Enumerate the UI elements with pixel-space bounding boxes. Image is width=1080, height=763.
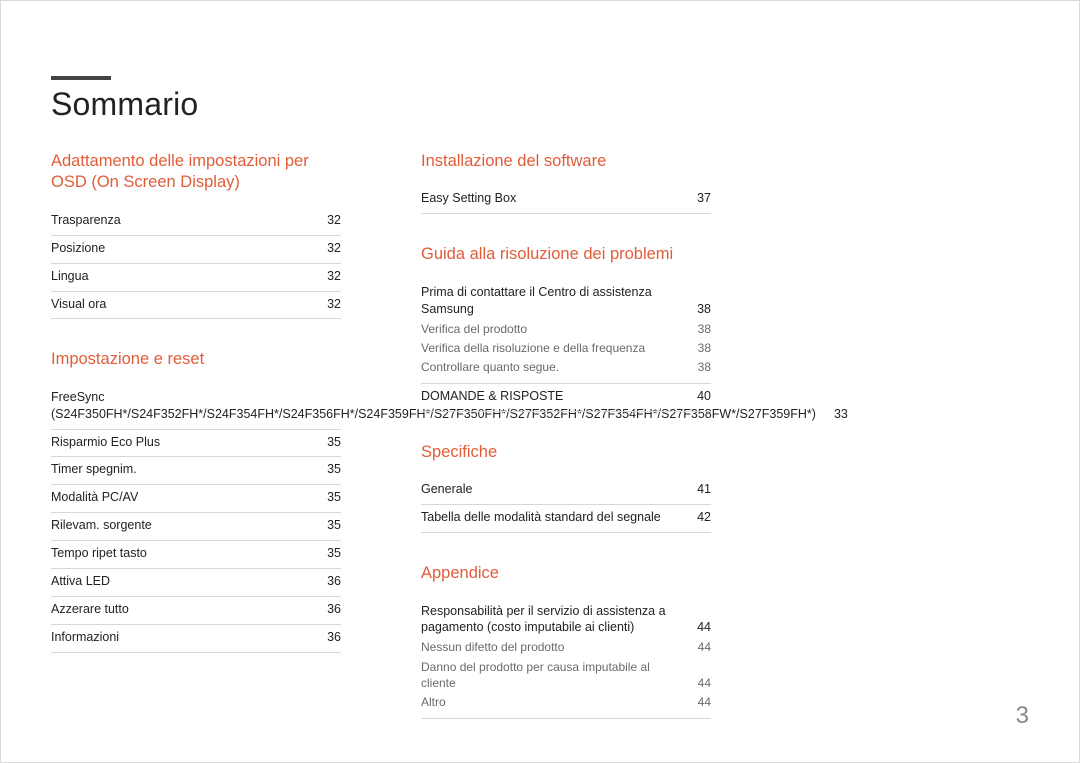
toc-entry[interactable]: Generale41	[421, 477, 711, 505]
toc-entry[interactable]: Tempo ripet tasto35	[51, 541, 341, 569]
toc-entry-label: Tempo ripet tasto	[51, 545, 327, 562]
toc-section-title[interactable]: Appendice	[421, 563, 711, 584]
toc-entry-label: Rilevam. sorgente	[51, 517, 327, 534]
toc-entry-page: 36	[327, 629, 341, 646]
toc-entry-page: 37	[697, 190, 711, 207]
toc-entry-label: Azzerare tutto	[51, 601, 327, 618]
toc-entry-page: 42	[697, 509, 711, 526]
toc-entry-label: Easy Setting Box	[421, 190, 697, 207]
toc-entry-group: Responsabilità per il servizio di assist…	[421, 599, 711, 720]
toc-entry[interactable]: FreeSync (S24F350FH*/S24F352FH*/S24F354F…	[51, 385, 341, 430]
toc-entry-label: Trasparenza	[51, 212, 327, 229]
toc-entry-label: Informazioni	[51, 629, 327, 646]
toc-entry-page: 41	[697, 481, 711, 498]
toc-entry[interactable]: Azzerare tutto36	[51, 597, 341, 625]
toc-subentry-page: 44	[698, 639, 711, 655]
toc-subentry-page: 38	[698, 321, 711, 337]
toc-section-title[interactable]: Installazione del software	[421, 151, 711, 172]
toc-entry[interactable]: Rilevam. sorgente35	[51, 513, 341, 541]
toc-entry-label: Prima di contattare il Centro di assiste…	[421, 284, 697, 318]
toc-section: Adattamento delle impostazioni per OSD (…	[51, 151, 341, 319]
toc-entry-group: Prima di contattare il Centro di assiste…	[421, 280, 711, 384]
toc-section: Appendice Responsabilità per il servizio …	[421, 563, 711, 719]
toc-column: Installazione del software Easy Setting B…	[421, 151, 711, 749]
toc-entry-page: 40	[697, 388, 711, 405]
toc-section-title[interactable]: Adattamento delle impostazioni per OSD (…	[51, 151, 341, 194]
toc-entry-page: 32	[327, 240, 341, 257]
toc-entry-page: 35	[327, 461, 341, 478]
toc-subentry[interactable]: Nessun difetto del prodotto44	[421, 638, 711, 657]
toc-entry-page: 32	[327, 212, 341, 229]
toc-entry-page: 35	[327, 545, 341, 562]
toc-subentry[interactable]: Controllare quanto segue.38	[421, 358, 711, 377]
toc-subentry-page: 44	[698, 694, 711, 710]
toc-entry-label: Modalità PC/AV	[51, 489, 327, 506]
toc-entry[interactable]: Posizione32	[51, 236, 341, 264]
toc-entry-page: 32	[327, 296, 341, 313]
toc-subentry[interactable]: Verifica della risoluzione e della frequ…	[421, 339, 711, 358]
toc-subentry-page: 38	[698, 359, 711, 375]
toc-entry[interactable]: Easy Setting Box37	[421, 186, 711, 214]
page-number: 3	[1016, 702, 1029, 730]
toc-entry[interactable]: Responsabilità per il servizio di assist…	[421, 603, 711, 639]
toc-entry[interactable]: Visual ora32	[51, 292, 341, 320]
toc-entry-page: 32	[327, 268, 341, 285]
toc-entry-label: Tabella delle modalità standard del segn…	[421, 509, 697, 526]
toc-section-title[interactable]: Specifiche	[421, 442, 711, 463]
toc-entry[interactable]: Risparmio Eco Plus35	[51, 430, 341, 458]
toc-section: SpecificheGenerale41Tabella delle modali…	[421, 442, 711, 533]
toc-entry-label: Timer spegnim.	[51, 461, 327, 478]
toc-subentry[interactable]: Verifica del prodotto38	[421, 320, 711, 339]
toc-section: Installazione del software Easy Setting B…	[421, 151, 711, 214]
toc-entry-page: 36	[327, 573, 341, 590]
toc-entry[interactable]: Informazioni36	[51, 625, 341, 653]
toc-entry[interactable]: Lingua32	[51, 264, 341, 292]
toc-subentry-page: 38	[698, 340, 711, 356]
toc-subentry-label: Danno del prodotto per causa imputabile …	[421, 659, 698, 691]
toc-entry-label: Lingua	[51, 268, 327, 285]
toc-entry-page: 35	[327, 517, 341, 534]
toc-entry[interactable]: Prima di contattare il Centro di assiste…	[421, 284, 711, 320]
toc-entry-label: Responsabilità per il servizio di assist…	[421, 603, 697, 637]
toc-entry[interactable]: DOMANDE & RISPOSTE40	[421, 384, 711, 412]
toc-subentry-label: Verifica della risoluzione e della frequ…	[421, 340, 698, 356]
toc-entry-page: 36	[327, 601, 341, 618]
toc-entry-page: 35	[327, 489, 341, 506]
toc-entry[interactable]: Tabella delle modalità standard del segn…	[421, 505, 711, 533]
toc-column: Adattamento delle impostazioni per OSD (…	[51, 151, 341, 749]
toc-section-title[interactable]: Guida alla risoluzione dei problemi	[421, 244, 711, 265]
toc-section: Guida alla risoluzione dei problemi Prima…	[421, 244, 711, 412]
page-title: Sommario	[51, 86, 198, 123]
toc-entry[interactable]: Trasparenza32	[51, 208, 341, 236]
toc-subentry-label: Nessun difetto del prodotto	[421, 639, 698, 655]
toc-subentry-label: Altro	[421, 694, 698, 710]
toc-entry-label: Visual ora	[51, 296, 327, 313]
toc-columns: Adattamento delle impostazioni per OSD (…	[51, 151, 1041, 749]
toc-section: Impostazione e reset FreeSync (S24F350FH*…	[51, 349, 341, 652]
toc-entry[interactable]: Modalità PC/AV35	[51, 485, 341, 513]
toc-entry[interactable]: Timer spegnim.35	[51, 457, 341, 485]
toc-entry-page: 38	[697, 301, 711, 318]
toc-subentry-label: Verifica del prodotto	[421, 321, 698, 337]
toc-entry-label: Generale	[421, 481, 697, 498]
toc-entry-label: Attiva LED	[51, 573, 327, 590]
toc-entry-label: Risparmio Eco Plus	[51, 434, 327, 451]
toc-entry-page: 44	[697, 619, 711, 636]
toc-section-title[interactable]: Impostazione e reset	[51, 349, 341, 370]
toc-entry[interactable]: Attiva LED36	[51, 569, 341, 597]
page: Sommario Adattamento delle impostazioni …	[0, 0, 1080, 763]
toc-entry-page: 33	[834, 406, 848, 423]
toc-subentry[interactable]: Danno del prodotto per causa imputabile …	[421, 658, 711, 693]
toc-entry-label: Posizione	[51, 240, 327, 257]
toc-subentry[interactable]: Altro44	[421, 693, 711, 712]
title-rule	[51, 76, 111, 80]
toc-subentry-label: Controllare quanto segue.	[421, 359, 698, 375]
toc-entry-page: 35	[327, 434, 341, 451]
toc-subentry-page: 44	[698, 675, 711, 691]
toc-entry-label: DOMANDE & RISPOSTE	[421, 388, 697, 405]
